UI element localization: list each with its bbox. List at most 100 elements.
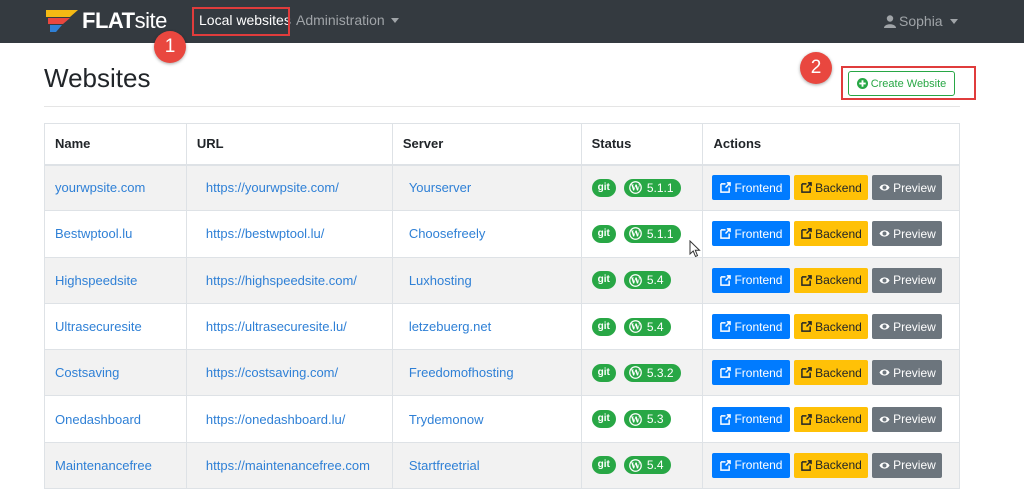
brand-name: FLATsite	[82, 8, 167, 34]
wordpress-icon: W	[628, 227, 642, 241]
site-name-link[interactable]: Bestwptool.lu	[55, 226, 132, 241]
site-name-link[interactable]: Maintenancefree	[55, 458, 152, 473]
preview-label: Preview	[893, 412, 936, 427]
cell-url: https://bestwptool.lu/	[185, 210, 393, 258]
site-url-link[interactable]: https://costsaving.com/	[206, 365, 338, 380]
header-actions: Actions	[702, 123, 960, 166]
cell-url: https://maintenancefree.com	[185, 441, 393, 489]
wordpress-version: 5.3	[646, 412, 664, 427]
backend-button[interactable]: Backend	[794, 360, 869, 386]
frontend-button[interactable]: Frontend	[712, 314, 791, 340]
user-name: Sophia	[899, 13, 943, 29]
cell-status: git W 5.3	[580, 395, 704, 443]
server-link[interactable]: letzebuerg.net	[409, 319, 491, 334]
wordpress-icon: W	[628, 273, 642, 287]
backend-label: Backend	[815, 319, 862, 334]
title-divider	[44, 106, 960, 107]
git-badge: git	[591, 456, 616, 475]
server-link[interactable]: Startfreetrial	[409, 458, 480, 473]
site-url-link[interactable]: https://bestwptool.lu/	[206, 226, 325, 241]
site-url-link[interactable]: https://ultrasecuresite.lu/	[206, 319, 347, 334]
preview-label: Preview	[893, 180, 936, 195]
cell-name: Ultrasecuresite	[44, 302, 187, 351]
cell-actions: Frontend Backend Preview	[702, 441, 960, 489]
wordpress-version-badge: W 5.1.1	[623, 224, 681, 243]
cell-server: Startfreetrial	[391, 441, 582, 489]
user-icon	[884, 15, 896, 28]
brand-logo[interactable]: FLATsite	[46, 8, 167, 34]
site-url-link[interactable]: https://maintenancefree.com	[206, 458, 370, 473]
external-link-icon	[801, 367, 812, 379]
frontend-button[interactable]: Frontend	[712, 267, 791, 293]
server-link[interactable]: Choosefreely	[409, 226, 486, 241]
cell-actions: Frontend Backend Preview	[702, 349, 960, 397]
eye-icon	[879, 230, 890, 238]
site-name-link[interactable]: Highspeedsite	[55, 273, 137, 288]
eye-icon	[879, 323, 890, 330]
eye-icon	[879, 277, 890, 284]
cell-url: https://onedashboard.lu/	[185, 395, 393, 443]
wordpress-version: 5.4	[646, 319, 664, 334]
frontend-button[interactable]: Frontend	[712, 360, 791, 386]
server-link[interactable]: Freedomofhosting	[409, 365, 514, 380]
table-row: Maintenancefree https://maintenancefree.…	[44, 441, 960, 489]
svg-text:W: W	[630, 322, 641, 332]
external-link-icon	[801, 413, 812, 425]
backend-button[interactable]: Backend	[794, 406, 869, 432]
top-navbar: FLATsite Local websites Administration S…	[0, 0, 1024, 43]
preview-button[interactable]: Preview	[872, 314, 943, 340]
backend-button[interactable]: Backend	[794, 452, 869, 478]
site-url-link[interactable]: https://yourwpsite.com/	[206, 180, 339, 195]
cell-server: Trydemonow	[391, 395, 582, 443]
preview-button[interactable]: Preview	[872, 406, 943, 432]
backend-button[interactable]: Backend	[794, 267, 869, 293]
site-url-link[interactable]: https://onedashboard.lu/	[206, 412, 346, 427]
wordpress-version-badge: W 5.3.2	[623, 363, 681, 382]
backend-button[interactable]: Backend	[794, 175, 869, 201]
preview-button[interactable]: Preview	[872, 452, 943, 478]
site-url-link[interactable]: https://highspeedsite.com/	[206, 273, 357, 288]
preview-button[interactable]: Preview	[872, 221, 943, 247]
preview-button[interactable]: Preview	[872, 267, 943, 293]
nav-administration[interactable]: Administration	[296, 0, 399, 43]
frontend-button[interactable]: Frontend	[712, 221, 791, 247]
brand-name-bold: FLAT	[82, 8, 135, 33]
page-title: Websites	[44, 63, 151, 93]
websites-table: Name URL Server Status Actions yourwpsit…	[44, 123, 960, 489]
frontend-button[interactable]: Frontend	[712, 175, 791, 201]
svg-text:W: W	[630, 368, 641, 378]
cell-url: https://yourwpsite.com/	[185, 163, 393, 212]
create-website-button[interactable]: Create Website	[848, 71, 955, 96]
site-name-link[interactable]: Onedashboard	[55, 412, 141, 427]
preview-label: Preview	[893, 273, 936, 288]
cell-url: https://costsaving.com/	[185, 349, 393, 397]
site-name-link[interactable]: Costsaving	[55, 365, 119, 380]
site-name-link[interactable]: yourwpsite.com	[55, 180, 145, 195]
server-link[interactable]: Yourserver	[409, 180, 471, 195]
frontend-button[interactable]: Frontend	[712, 406, 791, 432]
cell-server: Freedomofhosting	[391, 349, 582, 397]
annotation-box-1	[192, 7, 290, 36]
preview-button[interactable]: Preview	[872, 175, 943, 201]
git-badge: git	[591, 178, 616, 197]
site-name-link[interactable]: Ultrasecuresite	[55, 319, 142, 334]
preview-button[interactable]: Preview	[872, 360, 943, 386]
cell-status: git W 5.1.1	[580, 210, 704, 258]
server-link[interactable]: Trydemonow	[409, 412, 484, 427]
user-menu[interactable]: Sophia	[884, 0, 958, 43]
cell-name: Maintenancefree	[44, 441, 187, 489]
table-row: Costsaving https://costsaving.com/ Freed…	[44, 349, 960, 397]
preview-label: Preview	[893, 365, 936, 380]
cell-name: Costsaving	[44, 349, 187, 397]
frontend-button[interactable]: Frontend	[712, 452, 791, 478]
header-url: URL	[185, 123, 393, 166]
external-link-icon	[801, 228, 812, 240]
cell-name: Onedashboard	[44, 395, 187, 443]
server-link[interactable]: Luxhosting	[409, 273, 472, 288]
git-badge: git	[591, 271, 616, 290]
backend-button[interactable]: Backend	[794, 314, 869, 340]
external-link-icon	[720, 413, 732, 425]
wordpress-version: 5.1.1	[646, 226, 674, 241]
cell-url: https://highspeedsite.com/	[185, 256, 393, 304]
backend-button[interactable]: Backend	[794, 221, 869, 247]
